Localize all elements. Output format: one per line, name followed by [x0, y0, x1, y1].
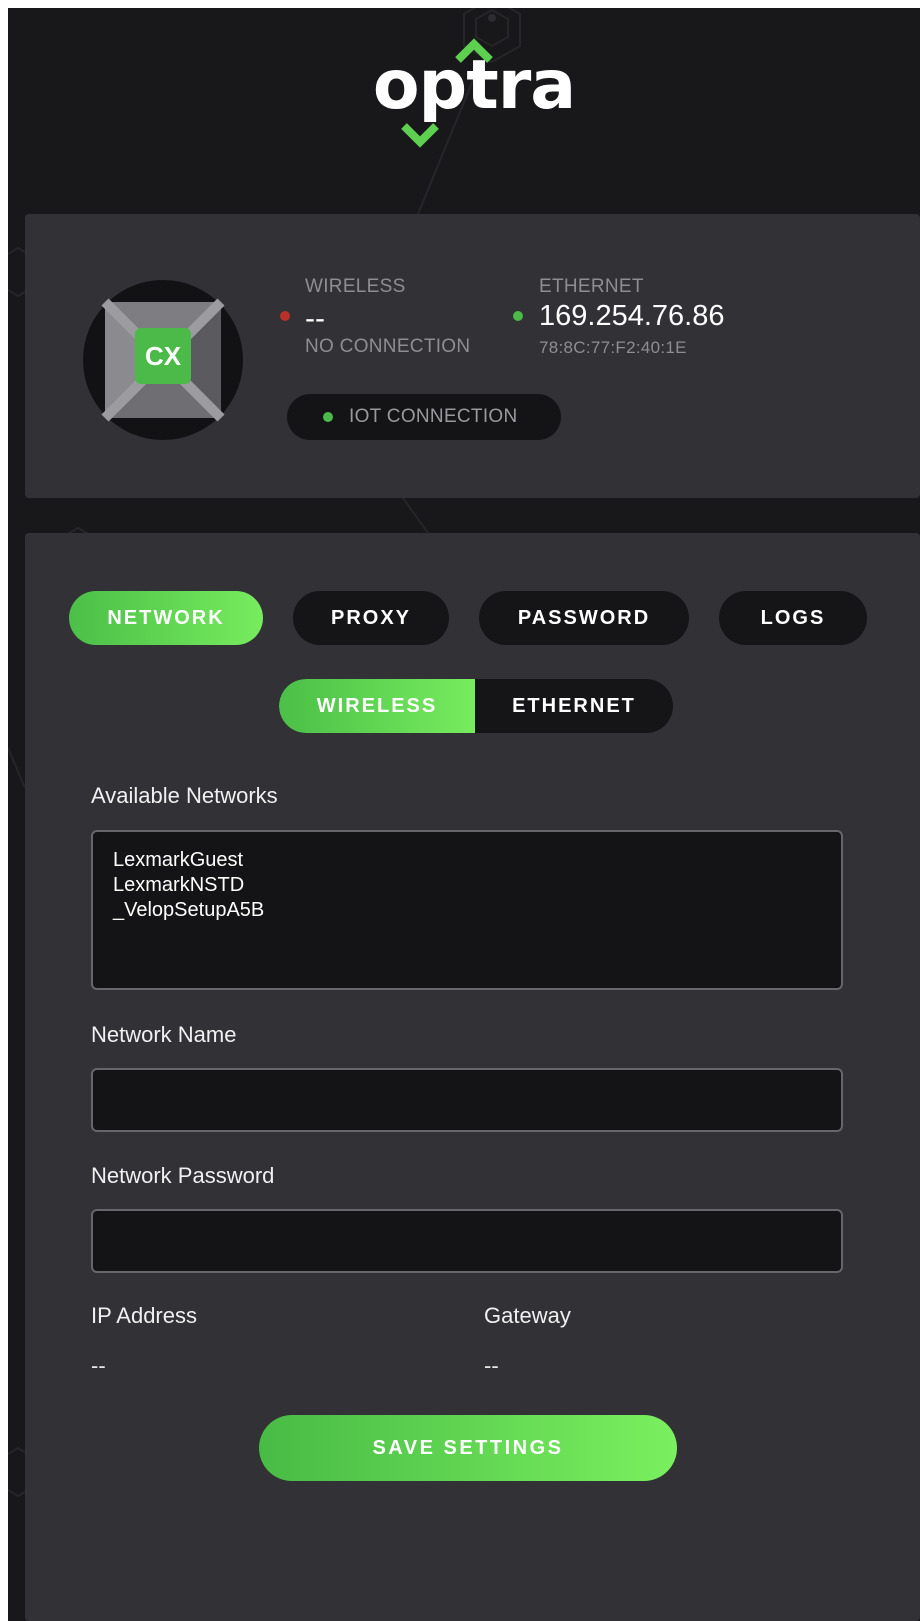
wireless-label: WIRELESS [305, 276, 406, 297]
tab-password[interactable]: PASSWORD [479, 591, 689, 645]
device-icon: CX [83, 280, 243, 440]
tab-logs[interactable]: LOGS [719, 591, 867, 645]
settings-card: NETWORK PROXY PASSWORD LOGS WIRELESS ETH… [25, 533, 920, 1621]
save-settings-button[interactable]: SAVE SETTINGS [259, 1415, 677, 1481]
ethernet-mac: 78:8C:77:F2:40:1E [539, 338, 687, 357]
wireless-value: -- [305, 302, 325, 335]
network-option[interactable]: LexmarkGuest [113, 848, 821, 873]
wireless-status-dot [280, 311, 290, 321]
available-networks-list[interactable]: LexmarkGuest LexmarkNSTD _VelopSetupA5B [91, 830, 843, 990]
ip-address-value: -- [91, 1353, 106, 1378]
network-mode-toggle: WIRELESS ETHERNET [279, 679, 673, 733]
network-option[interactable]: _VelopSetupA5B [113, 898, 821, 923]
device-badge: CX [144, 341, 182, 371]
ethernet-ip-value: 169.254.76.86 [539, 300, 725, 332]
logo-text: optra [372, 46, 576, 125]
chevron-down-icon [401, 123, 439, 148]
tab-network[interactable]: NETWORK [69, 591, 263, 645]
network-password-label: Network Password [91, 1163, 275, 1188]
ethernet-status-dot [513, 311, 523, 321]
iot-status-dot [323, 412, 333, 422]
network-password-input[interactable] [91, 1209, 843, 1273]
network-name-input[interactable] [91, 1068, 843, 1132]
network-name-label: Network Name [91, 1022, 237, 1047]
ethernet-label: ETHERNET [539, 276, 644, 297]
gateway-value: -- [484, 1353, 499, 1378]
tab-proxy[interactable]: PROXY [293, 591, 449, 645]
iot-connection-label: IOT CONNECTION [349, 406, 518, 427]
wireless-detail: NO CONNECTION [305, 336, 471, 357]
available-networks-label: Available Networks [91, 783, 278, 808]
mode-wireless-button[interactable]: WIRELESS [279, 679, 475, 733]
network-option[interactable]: LexmarkNSTD [113, 873, 821, 898]
mode-ethernet-button[interactable]: ETHERNET [475, 679, 673, 733]
gateway-label: Gateway [484, 1303, 571, 1328]
ip-address-label: IP Address [91, 1303, 197, 1328]
iot-connection-badge: IOT CONNECTION [287, 394, 561, 440]
app-window: optra CX WIRELESS -- NO CONNECTION ETHER… [8, 8, 920, 1621]
optra-logo: optra [364, 26, 584, 156]
status-card: CX WIRELESS -- NO CONNECTION ETHERNET 16… [25, 214, 920, 498]
